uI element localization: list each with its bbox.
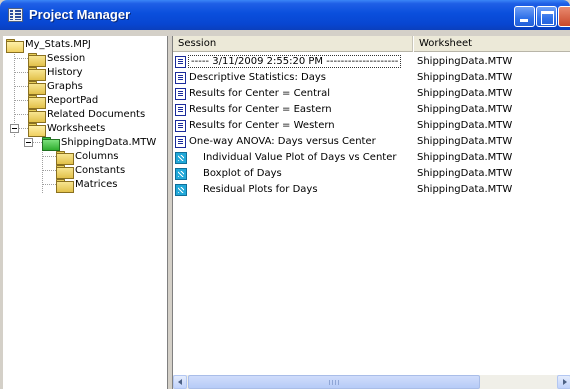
worksheet-name: ShippingData.MTW	[417, 56, 513, 67]
tree-connector	[14, 100, 28, 101]
tree-item-label: Constants	[75, 165, 126, 176]
list-item[interactable]: One-way ANOVA: Days versus Center Shippin…	[173, 134, 570, 150]
tree-connector	[42, 170, 56, 171]
tree-item-label: ReportPad	[47, 95, 99, 106]
session-item-label: Results for Center = Western	[189, 120, 335, 131]
tree-connector	[14, 58, 28, 59]
minimize-button[interactable]	[514, 6, 535, 27]
session-item-label: One-way ANOVA: Days versus Center	[189, 136, 376, 147]
document-icon	[175, 120, 186, 132]
session-item-label: Descriptive Statistics: Days	[189, 72, 326, 83]
column-header-session[interactable]: Session	[173, 36, 413, 52]
worksheet-name: ShippingData.MTW	[417, 104, 513, 115]
title-bar[interactable]: Project Manager	[0, 0, 570, 30]
scroll-right-button[interactable]	[557, 375, 570, 389]
tree-connector	[42, 156, 56, 157]
maximize-button[interactable]	[536, 6, 557, 27]
folder-icon	[28, 123, 46, 137]
worksheet-name: ShippingData.MTW	[417, 152, 513, 163]
tree-item-label: Graphs	[47, 81, 83, 92]
worksheet-name: ShippingData.MTW	[417, 168, 513, 179]
tree-connector	[19, 128, 28, 129]
tree-connector	[14, 86, 28, 87]
tree-connector	[14, 72, 28, 73]
column-header-label: Worksheet	[419, 38, 473, 49]
folder-icon	[28, 109, 46, 123]
tree-connector	[14, 114, 28, 115]
worksheet-name: ShippingData.MTW	[417, 136, 513, 147]
graph-icon	[175, 184, 187, 196]
folder-icon	[28, 81, 46, 95]
worksheet-name: ShippingData.MTW	[417, 184, 513, 195]
folder-icon	[56, 165, 74, 179]
session-item-label: Individual Value Plot of Days vs Center	[203, 152, 397, 163]
list-item[interactable]: ----- 3/11/2009 2:55:20 PM -------------…	[173, 54, 570, 70]
graph-icon	[175, 152, 187, 164]
worksheet-name: ShippingData.MTW	[417, 120, 513, 131]
grip-icon	[329, 380, 339, 385]
document-icon	[175, 56, 186, 68]
project-tree[interactable]: My_Stats.MPJ Session History Graphs Repo…	[3, 36, 168, 389]
worksheet-folder-icon	[42, 137, 60, 151]
close-button[interactable]	[558, 6, 570, 27]
project-manager-window: Project Manager My_Stats.MPJ Session His…	[0, 0, 570, 389]
session-item-label: ----- 3/11/2009 2:55:20 PM -------------…	[187, 55, 402, 68]
project-folder-icon	[6, 39, 24, 53]
scroll-thumb[interactable]	[188, 375, 480, 389]
document-icon	[175, 72, 186, 84]
list-item[interactable]: Descriptive Statistics: Days ShippingData…	[173, 70, 570, 86]
window-title: Project Manager	[29, 7, 131, 22]
column-header-label: Session	[178, 38, 217, 49]
column-header-worksheet[interactable]: Worksheet	[414, 36, 570, 52]
tree-item-label: Worksheets	[47, 123, 106, 134]
list-item[interactable]: Results for Center = Eastern ShippingData…	[173, 102, 570, 118]
collapse-toggle[interactable]	[10, 124, 19, 133]
list-item[interactable]: Individual Value Plot of Days vs Center S…	[173, 150, 570, 166]
session-folder-icon	[28, 53, 46, 67]
folder-icon	[28, 95, 46, 109]
session-item-label: Results for Center = Central	[189, 88, 331, 99]
list-item[interactable]: Results for Center = Western ShippingData…	[173, 118, 570, 134]
worksheet-name: ShippingData.MTW	[417, 88, 513, 99]
scroll-left-button[interactable]	[173, 375, 187, 389]
list-item[interactable]: Residual Plots for Days ShippingData.MTW	[173, 182, 570, 198]
folder-icon	[28, 67, 46, 81]
session-item-label: Boxplot of Days	[203, 168, 282, 179]
worksheet-name: ShippingData.MTW	[417, 72, 513, 83]
graph-icon	[175, 168, 187, 180]
document-icon	[175, 136, 186, 148]
tree-connector	[33, 142, 42, 143]
tree-item-label: ShippingData.MTW	[61, 137, 157, 148]
collapse-toggle[interactable]	[24, 138, 33, 147]
document-icon	[175, 104, 186, 116]
document-icon	[175, 88, 186, 100]
tree-item-label: Matrices	[75, 179, 118, 190]
tree-item-label: History	[47, 67, 83, 78]
horizontal-scrollbar[interactable]	[173, 375, 570, 389]
project-manager-icon	[8, 8, 23, 22]
session-item-label: Residual Plots for Days	[203, 184, 318, 195]
tree-item-label: Columns	[75, 151, 119, 162]
tree-item-label: My_Stats.MPJ	[25, 39, 91, 50]
list-item[interactable]: Boxplot of Days ShippingData.MTW	[173, 166, 570, 182]
tree-item-label: Related Documents	[47, 109, 146, 120]
folder-icon	[56, 179, 74, 193]
list-item[interactable]: Results for Center = Central ShippingData…	[173, 86, 570, 102]
session-list[interactable]: Session Worksheet ----- 3/11/2009 2:55:2…	[172, 36, 570, 389]
tree-item-label: Session	[47, 53, 86, 64]
folder-icon	[56, 151, 74, 165]
session-item-label: Results for Center = Eastern	[189, 104, 332, 115]
tree-connector	[42, 184, 56, 185]
